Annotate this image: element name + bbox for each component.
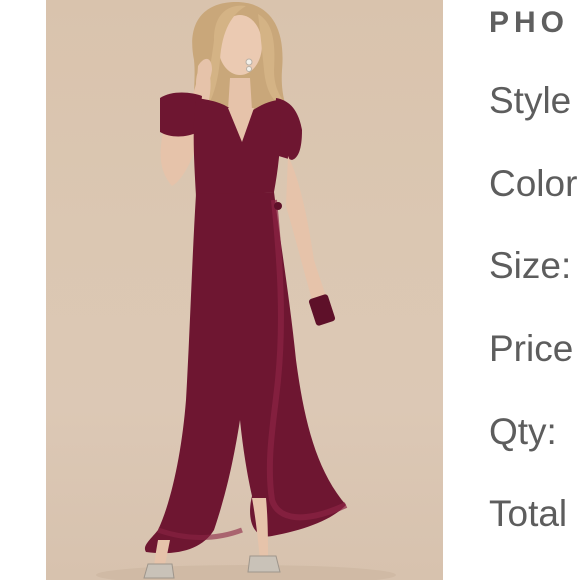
qty-label: Qty:: [489, 411, 557, 452]
price-label: Price: [489, 328, 574, 369]
left-margin: [0, 0, 46, 580]
details-heading: PHO: [489, 6, 570, 39]
product-details-panel: PHO Style Color Size: Price Qty: Total: [443, 0, 580, 580]
style-label: Style: [489, 80, 572, 121]
color-label: Color: [489, 163, 578, 204]
product-photo: [46, 0, 443, 580]
total-label: Total: [489, 493, 568, 534]
size-label: Size:: [489, 245, 572, 286]
model-in-burgundy-wrap-dress-illustration: [96, 2, 396, 580]
